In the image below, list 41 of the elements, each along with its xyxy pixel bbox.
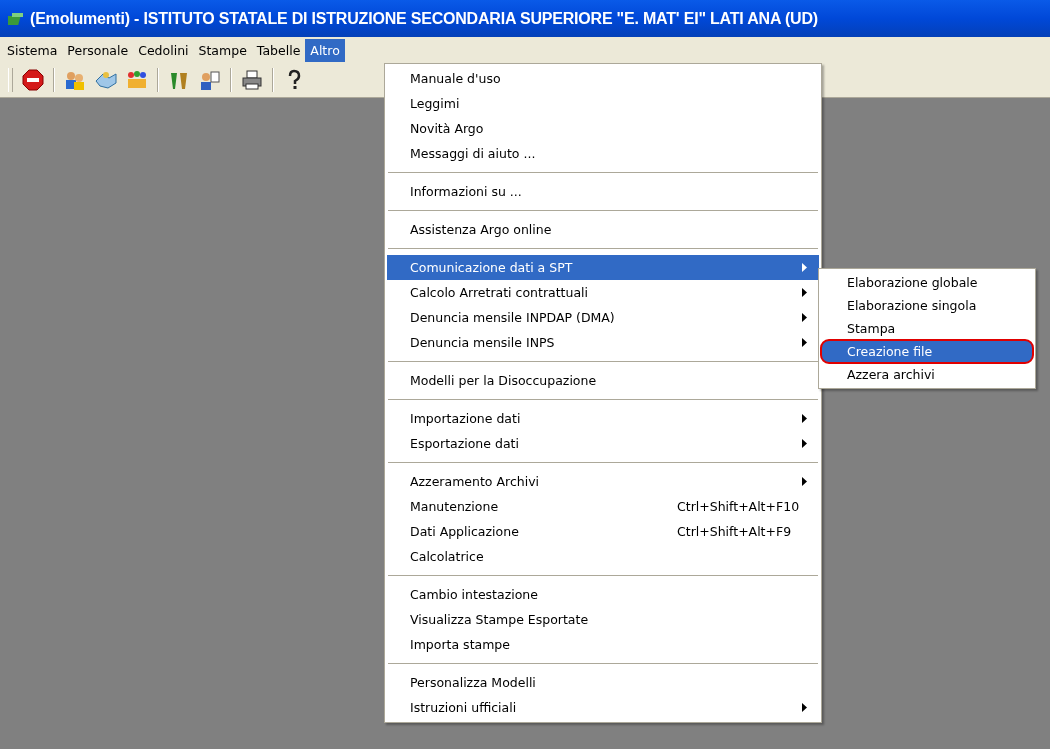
people-icon[interactable] xyxy=(64,69,86,91)
menu-item[interactable]: Manutenzione Ctrl+Shift+Alt+F10 xyxy=(387,494,819,519)
menu-bar-item[interactable]: Stampe xyxy=(193,38,252,62)
menu-bar-item[interactable]: Altro xyxy=(305,38,345,62)
menu-bar-item[interactable]: Sistema xyxy=(2,38,63,62)
menu-item[interactable]: Assistenza Argo online xyxy=(387,217,819,242)
menu-item[interactable]: Dati Applicazione Ctrl+Shift+Alt+F9 xyxy=(387,519,819,544)
menu-item[interactable]: Novità Argo xyxy=(387,116,819,141)
menu-item[interactable]: Importazione dati xyxy=(387,406,819,431)
menu-item[interactable]: Calcolatrice xyxy=(387,544,819,569)
menu-item[interactable]: Denuncia mensile INPDAP (DMA) xyxy=(387,305,819,330)
submenu-item[interactable]: Creazione file xyxy=(821,340,1033,363)
menu-item[interactable]: Visualizza Stampe Esportate xyxy=(387,607,819,632)
submenu-item[interactable]: Elaborazione globale xyxy=(821,271,1033,294)
menu-item[interactable]: Esportazione dati xyxy=(387,431,819,456)
menu-item[interactable]: Manuale d'uso xyxy=(387,66,819,91)
printer-icon[interactable] xyxy=(241,69,263,91)
person-document-icon[interactable] xyxy=(199,69,221,91)
menu-item[interactable]: Calcolo Arretrati contrattuali xyxy=(387,280,819,305)
menu-item[interactable]: Comunicazione dati a SPT xyxy=(387,255,819,280)
group-icon[interactable] xyxy=(126,69,148,91)
menu-item[interactable]: Informazioni su ... xyxy=(387,179,819,204)
menu-item[interactable]: Cambio intestazione xyxy=(387,582,819,607)
submenu-item[interactable]: Stampa xyxy=(821,317,1033,340)
handshake-icon[interactable] xyxy=(95,69,117,91)
menu-item[interactable]: Azzeramento Archivi xyxy=(387,469,819,494)
window-title: (Emolumenti) - ISTITUTO STATALE DI ISTRUZIONE SECONDARIA SUPERIORE "E. MAT' EI" LATI ANA (UD) xyxy=(30,9,818,28)
menu-item[interactable]: Istruzioni ufficiali xyxy=(387,695,819,720)
stop-sign-icon[interactable] xyxy=(22,69,44,91)
app-icon xyxy=(8,10,24,27)
submenu-item[interactable]: Elaborazione singola xyxy=(821,294,1033,317)
menu-item[interactable]: Messaggi di aiuto ... xyxy=(387,141,819,166)
menu-item[interactable]: Denuncia mensile INPS xyxy=(387,330,819,355)
menu-item[interactable]: Leggimi xyxy=(387,91,819,116)
menu-bar-item[interactable]: Personale xyxy=(62,38,134,62)
menu-item[interactable]: Modelli per la Disoccupazione xyxy=(387,368,819,393)
menu-item[interactable]: Importa stampe xyxy=(387,632,819,657)
menu-bar-item[interactable]: Tabelle xyxy=(251,38,306,62)
menu-bar-item[interactable]: Cedolini xyxy=(133,38,194,62)
menu-item[interactable]: Personalizza Modelli xyxy=(387,670,819,695)
submenu-item[interactable]: Azzera archivi xyxy=(821,363,1033,386)
